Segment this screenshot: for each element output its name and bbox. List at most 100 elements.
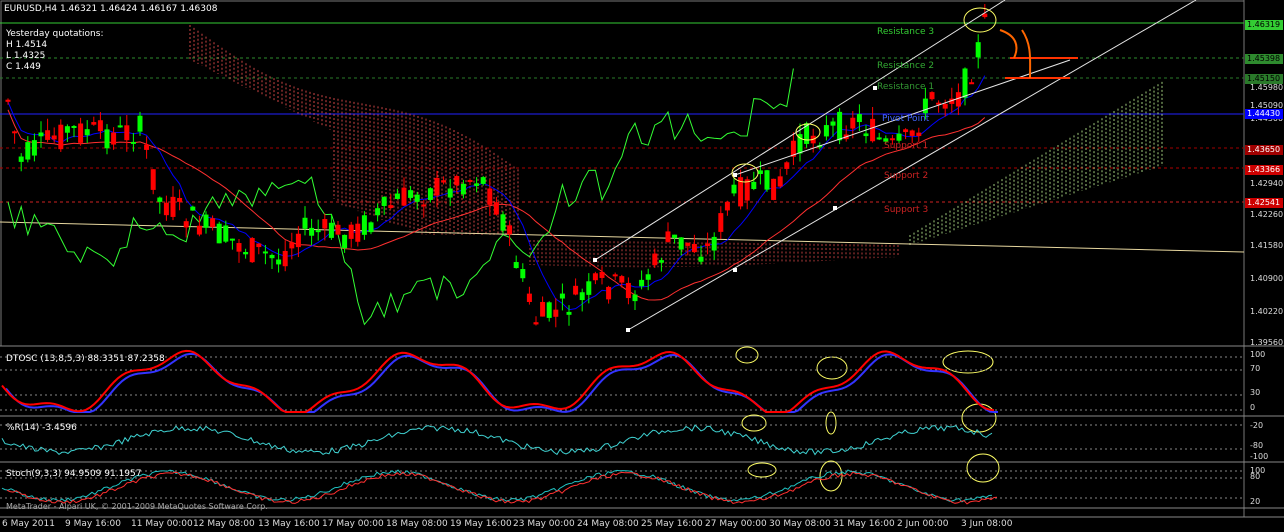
- wpr-tick: -20: [1250, 421, 1264, 430]
- candle-body: [375, 208, 381, 216]
- candle-body: [718, 213, 724, 232]
- date-label: 13 May 16:00: [258, 519, 320, 529]
- pivot-point-label: Pivot Point: [882, 114, 930, 124]
- candle-body: [771, 178, 777, 200]
- yesterday-high: H 1.4514: [6, 40, 48, 50]
- candle-body: [236, 243, 242, 252]
- candle-body: [493, 202, 499, 215]
- candle-body: [507, 225, 513, 235]
- candle-body: [922, 98, 928, 114]
- candle-body: [348, 224, 354, 239]
- candle-body: [335, 224, 341, 235]
- candle-body: [645, 274, 651, 280]
- highlight-ellipse: [961, 403, 997, 433]
- candle-body: [876, 137, 882, 140]
- candle-body: [526, 293, 532, 302]
- candle-body: [97, 120, 103, 132]
- candle-body: [559, 293, 565, 299]
- chart-title: EURUSD,H4 1.46321 1.46424 1.46167 1.4630…: [4, 4, 218, 14]
- channel-upper-line: [594, 0, 1006, 261]
- candle-body: [421, 204, 427, 207]
- date-label: 24 May 08:00: [577, 519, 639, 529]
- date-label: 18 May 08:00: [386, 519, 448, 529]
- price-tag-r3: 1.46319: [1245, 20, 1283, 30]
- price-axis-label: 1.41580: [1250, 241, 1284, 250]
- candle-body: [909, 130, 915, 136]
- support-2-label: Support 2: [884, 171, 929, 181]
- price-tag-r2: 1.45398: [1245, 54, 1283, 64]
- metatrader-chart-window[interactable]: EURUSD,H4 1.46321 1.46424 1.46167 1.4630…: [0, 0, 1284, 532]
- dtosc-tick: 30: [1250, 388, 1261, 397]
- candle-body: [434, 177, 440, 196]
- candle-body: [467, 180, 473, 183]
- highlight-ellipse: [747, 462, 777, 478]
- candle-body: [91, 122, 97, 125]
- candle-body: [863, 133, 869, 137]
- yesterday-low: L 1.4325: [6, 51, 46, 61]
- anchor-point: [593, 258, 597, 262]
- candle-body: [427, 188, 433, 200]
- candle-body: [190, 206, 196, 211]
- anchor-point: [833, 206, 837, 210]
- candle-body: [216, 223, 222, 244]
- highlight-ellipse: [825, 411, 837, 435]
- price-axis-label: 1.40220: [1250, 307, 1284, 316]
- chart-canvas[interactable]: [0, 0, 1284, 532]
- candle-body: [685, 242, 691, 246]
- date-label: 25 May 16:00: [641, 519, 703, 529]
- sub-windows: [0, 349, 1244, 505]
- candle-body: [104, 129, 110, 149]
- date-label: 12 May 08:00: [193, 519, 255, 529]
- anchor-point: [626, 328, 630, 332]
- candle-body: [315, 230, 321, 233]
- price-axis-label: 1.45980: [1250, 83, 1284, 92]
- candle-body: [586, 281, 592, 295]
- annotation-arrow-2: [1021, 29, 1032, 79]
- price-tag-s3: 1.42541: [1245, 198, 1283, 208]
- highlight-ellipse: [816, 356, 848, 380]
- candle-body: [84, 129, 90, 136]
- candle-body: [289, 242, 295, 249]
- candle-body: [124, 125, 130, 141]
- candle-body: [12, 131, 18, 134]
- candle-body: [625, 282, 631, 299]
- candle-body: [137, 115, 143, 132]
- candle-body: [183, 221, 189, 228]
- stoch-signal-line: [6, 471, 998, 505]
- candle-body: [441, 180, 447, 183]
- date-label: 17 May 00:00: [322, 519, 384, 529]
- candle-body: [553, 309, 559, 317]
- candle-body: [38, 132, 44, 137]
- support-3-label: Support 3: [884, 205, 929, 215]
- candle-body: [322, 219, 328, 229]
- candle-body: [474, 183, 480, 186]
- stoch-tick: 80: [1250, 472, 1261, 481]
- candle-body: [889, 138, 895, 141]
- candle-body: [658, 260, 664, 263]
- candle-body: [276, 259, 282, 265]
- candle-body: [606, 286, 612, 300]
- candle-body: [751, 181, 757, 190]
- candle-body: [592, 273, 598, 281]
- candle-body: [58, 124, 64, 150]
- candle-body: [408, 190, 414, 198]
- candle-body: [579, 292, 585, 301]
- price-axis-label: 1.39560: [1250, 338, 1284, 347]
- dtosc-label: DTOSC (13,8,5,3) 88.3351 87.2358: [6, 354, 165, 364]
- candle-body: [282, 250, 288, 267]
- candle-body: [837, 111, 843, 141]
- chikou-span-line: [7, 68, 794, 326]
- candle-body: [18, 156, 24, 162]
- candle-body: [223, 225, 229, 242]
- date-label: 6 May 2011: [2, 519, 55, 529]
- candle-body: [856, 114, 862, 123]
- candle-body: [170, 196, 176, 217]
- candlesticks: [5, 4, 988, 328]
- price-axis-label: 1.42940: [1250, 179, 1284, 188]
- price-tag-s1: 1.43650: [1245, 145, 1283, 155]
- candle-body: [5, 99, 11, 102]
- candle-body: [71, 126, 77, 129]
- date-label: 11 May 00:00: [131, 519, 193, 529]
- candle-body: [678, 237, 684, 250]
- candle-body: [361, 215, 367, 235]
